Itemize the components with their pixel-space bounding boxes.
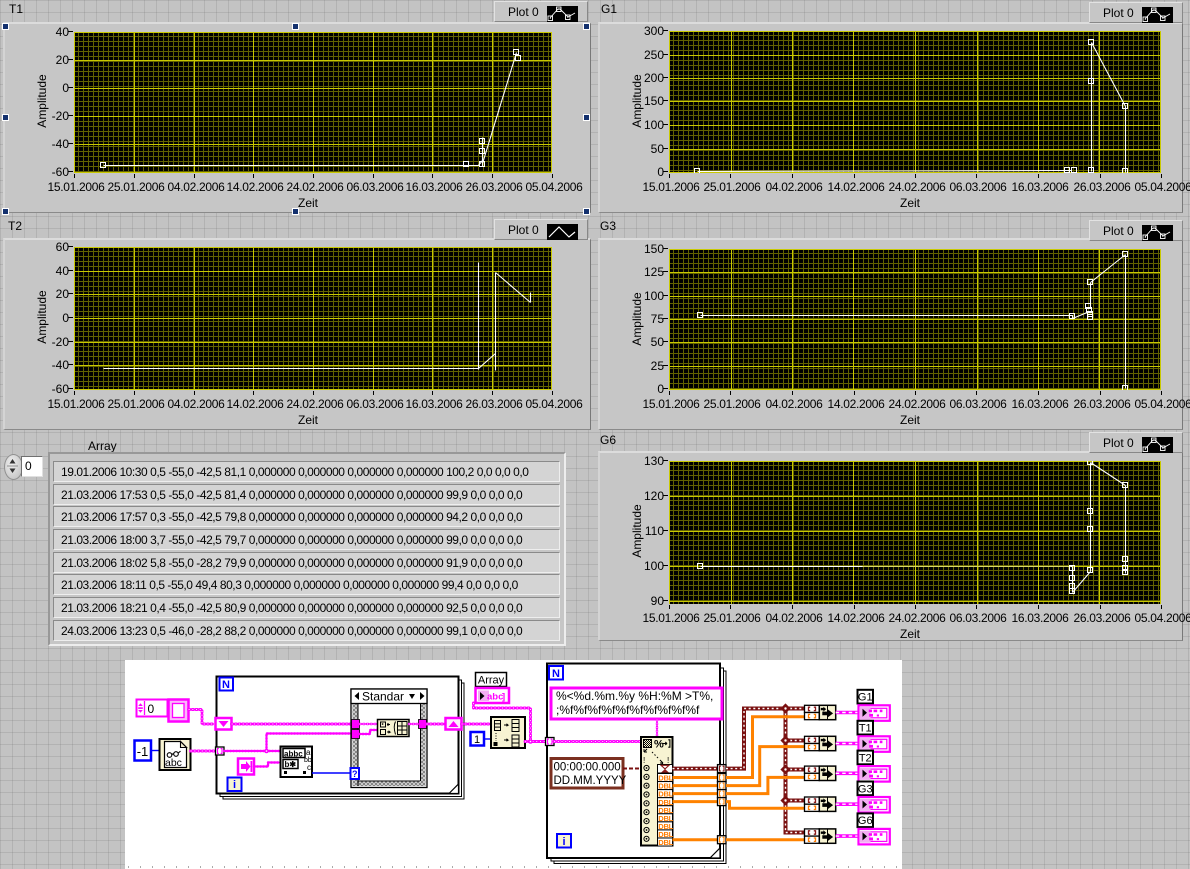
- svg-text:]: ]: [502, 692, 505, 703]
- svg-text:abbc: abbc: [284, 750, 303, 759]
- svg-text:N: N: [552, 668, 560, 680]
- svg-text:abc: abc: [487, 692, 503, 703]
- svg-text:G1: G1: [858, 692, 873, 704]
- svg-text:Standar: Standar: [362, 690, 404, 704]
- svg-text:Array: Array: [478, 675, 505, 687]
- svg-text:G3: G3: [858, 783, 873, 795]
- svg-text:G6: G6: [858, 815, 873, 827]
- svg-text:abc: abc: [165, 757, 182, 769]
- svg-text:%: %: [654, 739, 664, 751]
- svg-text:!: !: [643, 756, 645, 765]
- svg-text:DBL: DBL: [658, 838, 673, 847]
- svg-text:DD.MM.YYYY: DD.MM.YYYY: [554, 775, 627, 787]
- svg-text:a: a: [306, 748, 311, 757]
- svg-text:%<%d.%m.%y %H:%M >T%,: %<%d.%m.%y %H:%M >T%,: [556, 689, 713, 703]
- svg-text:?: ?: [352, 769, 358, 779]
- svg-text:i: i: [562, 836, 565, 848]
- svg-text:;%f%f%f%f%f%f%f%f%f%f: ;%f%f%f%f%f%f%f%f%f%f: [556, 703, 700, 717]
- svg-text:i: i: [233, 779, 236, 791]
- svg-text:b✱: b✱: [285, 760, 297, 769]
- svg-text:N: N: [222, 679, 230, 691]
- svg-text:0: 0: [148, 702, 155, 716]
- svg-text:T1: T1: [859, 723, 872, 735]
- svg-text:-1: -1: [137, 744, 149, 759]
- svg-text:T2: T2: [859, 752, 872, 764]
- svg-text:1: 1: [474, 734, 480, 746]
- svg-text:!: !: [667, 756, 669, 765]
- svg-text:c: c: [307, 763, 311, 772]
- svg-text:00:00:00.000: 00:00:00.000: [554, 762, 621, 774]
